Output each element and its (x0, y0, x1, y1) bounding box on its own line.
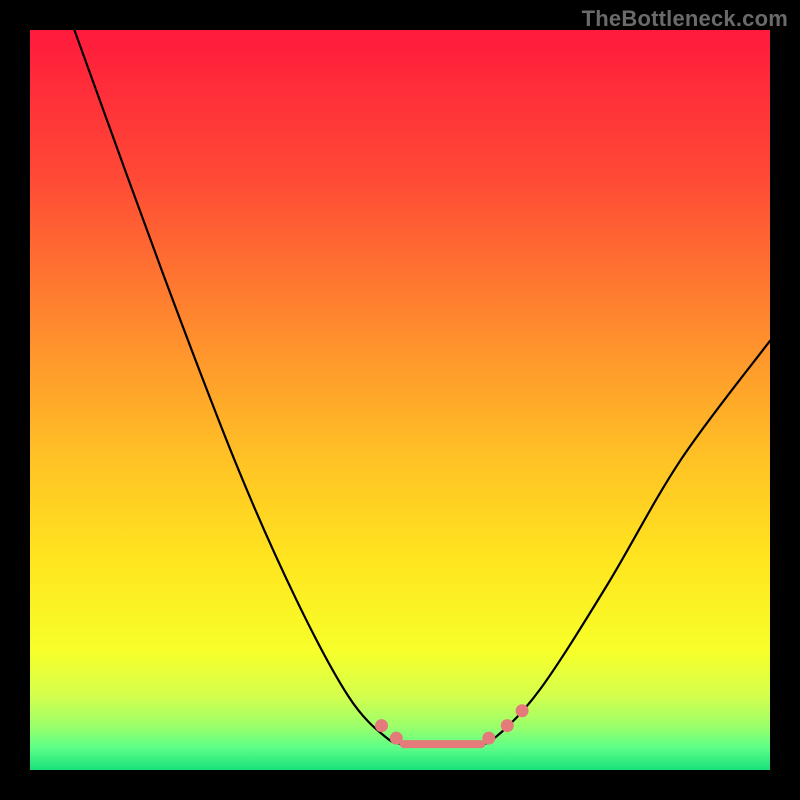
valley-markers (375, 704, 529, 744)
valley-marker (390, 732, 403, 745)
watermark-text: TheBottleneck.com (582, 6, 788, 32)
bottleneck-curve (74, 30, 770, 745)
valley-marker (501, 719, 514, 732)
valley-marker (516, 704, 529, 717)
valley-marker (375, 719, 388, 732)
chart-frame: TheBottleneck.com (0, 0, 800, 800)
curve-layer (30, 30, 770, 770)
plot-area (30, 30, 770, 770)
valley-marker (482, 732, 495, 745)
